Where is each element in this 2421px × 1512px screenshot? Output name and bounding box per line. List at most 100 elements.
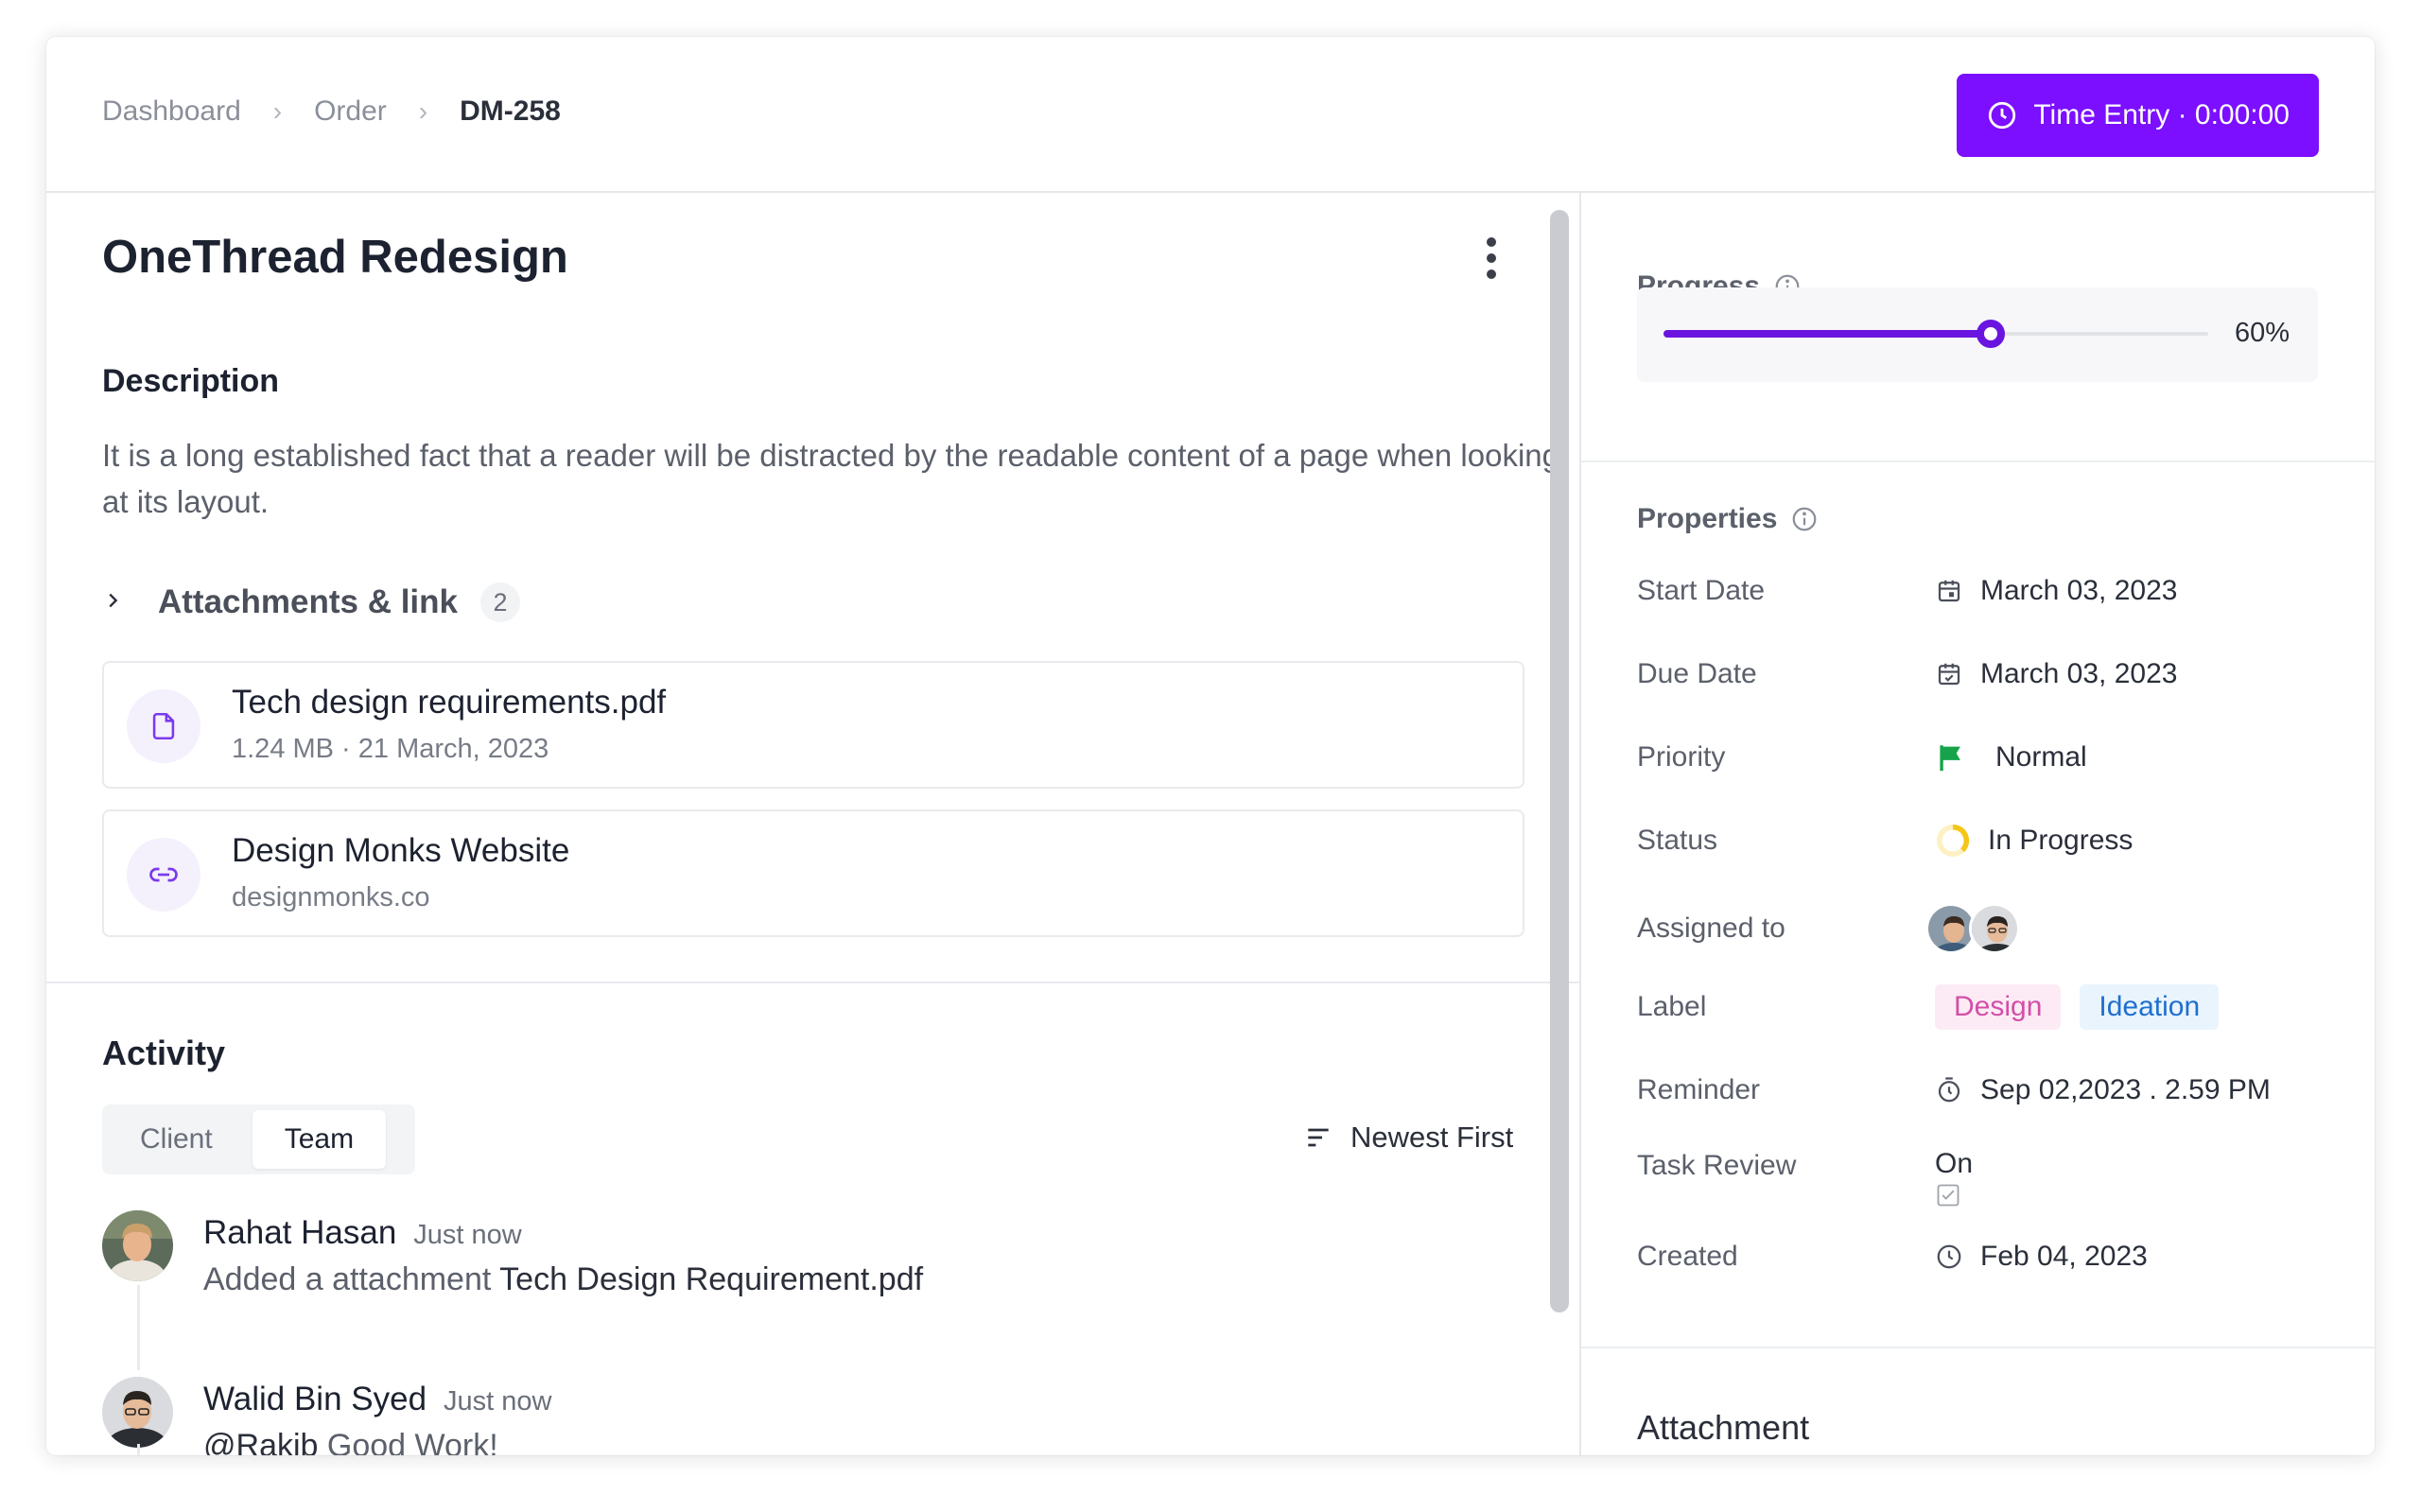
activity-heading: Activity [102, 1034, 226, 1072]
sort-icon [1308, 1128, 1329, 1147]
activity-attachment-link[interactable]: Tech Design Requirement.pdf [499, 1261, 923, 1297]
property-label: Reminder [1637, 1074, 1761, 1105]
breadcrumb-current: DM-258 [460, 96, 561, 127]
progress-handle[interactable] [1977, 320, 2005, 348]
breadcrumb: Dashboard › Order › DM-258 [102, 96, 561, 128]
properties-title: Properties [1637, 503, 1778, 534]
activity-tabs: Client Team [102, 1104, 415, 1174]
divider [1581, 1347, 2375, 1348]
main-pane: OneThread Redesign Description It is a l… [46, 193, 1579, 1455]
attachment-item[interactable]: Tech design requirements.pdf 1.24 MB · 2… [102, 661, 1524, 789]
link-icon [127, 838, 200, 912]
attachment-name: Tech design requirements.pdf [232, 684, 667, 721]
file-icon [127, 689, 200, 763]
status-value: In Progress [1988, 825, 2134, 856]
reminder-value: Sep 02,2023 . 2.59 PM [1980, 1074, 2271, 1105]
property-assigned: Assigned to [1637, 900, 2356, 957]
property-label: Task Review [1637, 1150, 1797, 1181]
attachments-toggle[interactable]: Attachments & link 2 [102, 582, 520, 622]
property-label: Label [1637, 991, 1707, 1022]
clock-icon [1937, 1244, 1961, 1269]
property-label: Status [1637, 825, 1718, 856]
activity-time: Just now [413, 1220, 522, 1250]
progress-fill [1663, 330, 1991, 338]
property-status: Status In Progress [1637, 817, 2356, 864]
flag-icon [1940, 745, 1960, 772]
property-label: Created [1637, 1241, 1738, 1272]
clock-icon [1989, 101, 2016, 130]
thread-line [137, 1285, 140, 1370]
property-due-date: Due Date March 03, 2023 [1637, 651, 2356, 698]
tab-team[interactable]: Team [252, 1110, 387, 1169]
status-select[interactable]: In Progress [1935, 823, 2133, 859]
description-text: It is a long established fact that a rea… [102, 438, 1559, 519]
tag-ideation[interactable]: Ideation [2080, 984, 2220, 1030]
checkbox-icon[interactable] [1935, 1182, 1961, 1208]
property-task-review: Task Review On [1637, 1142, 2356, 1208]
chevron-right-icon: › [272, 96, 283, 126]
header: Dashboard › Order › DM-258 Time Entry · … [46, 37, 2375, 193]
time-entry-button[interactable]: Time Entry · 0:00:00 [1957, 74, 2319, 157]
in-progress-icon [1936, 824, 1970, 858]
due-date-value: March 03, 2023 [1980, 658, 2178, 689]
chevron-right-icon [102, 586, 158, 618]
label-tags: Design Ideation [1935, 984, 2220, 1030]
property-label: Priority [1637, 741, 1726, 773]
link-name: Design Monks Website [232, 832, 570, 869]
tab-client[interactable]: Client [108, 1110, 245, 1169]
activity-author-name: Rahat Hasan [203, 1214, 397, 1251]
attachments-count-badge: 2 [480, 582, 520, 622]
attachment-heading: Attachment [1637, 1408, 1810, 1447]
activity-author: Walid Bin Syed Just now [203, 1381, 551, 1418]
avatar[interactable] [102, 1210, 173, 1281]
divider [46, 982, 1579, 983]
mention-link[interactable]: @Rakib [203, 1428, 318, 1455]
reminder-picker[interactable]: Sep 02,2023 . 2.59 PM [1935, 1074, 2271, 1106]
property-created: Created Feb 04, 2023 [1637, 1233, 2356, 1280]
activity-text: @Rakib Good Work! [203, 1428, 498, 1455]
timer-icon [1938, 1077, 1960, 1103]
activity-text-prefix: Added a attachment [203, 1261, 500, 1297]
property-label: Assigned to [1637, 912, 1785, 944]
chevron-right-icon: › [418, 96, 428, 126]
attachment-meta: 1.24 MB · 21 March, 2023 [232, 734, 549, 764]
info-icon[interactable] [1790, 505, 1819, 533]
more-options-icon[interactable] [1480, 235, 1503, 281]
sort-label: Newest First [1350, 1121, 1514, 1154]
time-entry-label: Time Entry · 0:00:00 [2033, 99, 2290, 130]
activity-time: Just now [444, 1386, 552, 1416]
assignee-list[interactable] [1925, 903, 2020, 954]
priority-select[interactable]: Normal [1935, 741, 2087, 773]
avatar[interactable] [102, 1377, 173, 1448]
attachments-title: Attachments & link [158, 583, 458, 620]
breadcrumb-dashboard[interactable]: Dashboard [102, 96, 241, 128]
progress-slider[interactable] [1663, 320, 2208, 348]
link-item[interactable]: Design Monks Website designmonks.co [102, 809, 1524, 937]
due-date-picker[interactable]: March 03, 2023 [1935, 658, 2177, 690]
breadcrumb-order[interactable]: Order [314, 96, 387, 128]
progress-widget: 60% [1637, 287, 2318, 382]
sort-dropdown[interactable]: Newest First [1303, 1121, 1513, 1155]
property-label: Start Date [1637, 575, 1766, 606]
activity-text: Added a attachment Tech Design Requireme… [203, 1261, 923, 1298]
scrollbar-thumb[interactable] [1550, 210, 1569, 1312]
start-date-picker[interactable]: March 03, 2023 [1935, 575, 2177, 607]
tag-design[interactable]: Design [1935, 984, 2062, 1030]
activity-comment: Good Work! [318, 1428, 498, 1455]
property-start-date: Start Date March 03, 2023 [1637, 567, 2356, 615]
divider [1581, 461, 2375, 462]
properties-pane: Progress 60% Properties Start Date March… [1579, 193, 2375, 1455]
task-review-value: On [1935, 1148, 1974, 1179]
avatar[interactable] [1969, 903, 2020, 954]
created-value: Feb 04, 2023 [1980, 1241, 2148, 1272]
task-review-toggle[interactable]: On [1935, 1142, 1973, 1208]
start-date-value: March 03, 2023 [1980, 575, 2178, 606]
activity-author: Rahat Hasan Just now [203, 1214, 522, 1252]
progress-value: 60% [2234, 318, 2290, 348]
created-value-wrap: Feb 04, 2023 [1935, 1241, 2148, 1273]
priority-value: Normal [1995, 741, 2087, 773]
link-url: designmonks.co [232, 882, 430, 912]
scrollbar[interactable] [1550, 210, 1569, 1312]
task-detail-card: Dashboard › Order › DM-258 Time Entry · … [46, 37, 2375, 1455]
activity-author-name: Walid Bin Syed [203, 1381, 427, 1417]
